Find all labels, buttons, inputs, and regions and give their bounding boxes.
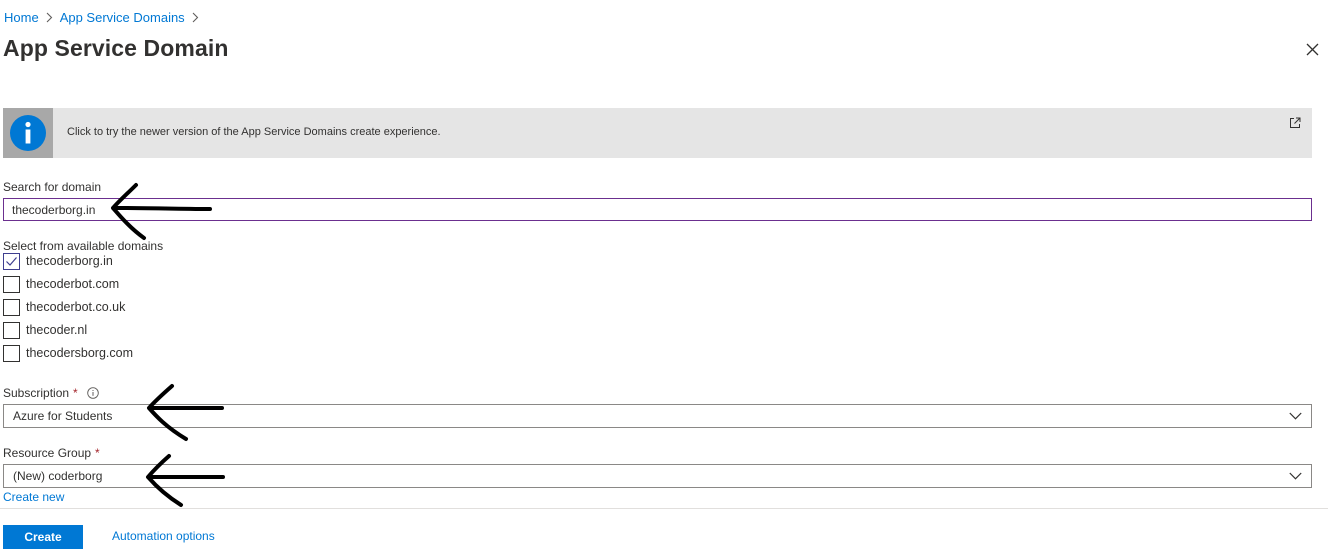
subscription-label-text: Subscription <box>3 386 70 400</box>
footer-divider <box>0 508 1328 509</box>
domains-label: Select from available domains <box>3 239 164 253</box>
search-input[interactable] <box>3 198 1312 221</box>
chevron-down-icon <box>1289 472 1302 480</box>
resource-group-label-text: Resource Group <box>3 446 92 460</box>
close-button[interactable] <box>1304 41 1321 58</box>
domain-checkbox[interactable] <box>3 298 20 316</box>
banner-text: Click to try the newer version of the Ap… <box>67 126 441 138</box>
info-icon <box>10 115 46 151</box>
domain-label: thecoder.nl <box>26 323 88 337</box>
info-circle-icon[interactable] <box>87 387 99 399</box>
domain-label: thecoderborg.in <box>26 254 113 268</box>
create-button[interactable]: Create <box>3 525 83 549</box>
required-indicator: * <box>73 386 78 400</box>
breadcrumb-home-link[interactable]: Home <box>4 10 39 25</box>
close-icon <box>1306 43 1319 56</box>
checkmark-icon <box>6 256 17 266</box>
resource-group-label: Resource Group * <box>3 446 100 460</box>
subscription-value: Azure for Students <box>13 409 113 423</box>
subscription-label: Subscription * <box>3 386 99 400</box>
breadcrumb: Home App Service Domains <box>4 9 206 25</box>
resource-group-value: (New) coderborg <box>13 469 103 483</box>
info-icon-container <box>3 108 53 158</box>
chevron-down-icon <box>1289 412 1302 420</box>
domain-item[interactable]: thecoderborg.in <box>3 252 113 270</box>
domain-checkbox[interactable] <box>3 252 20 270</box>
domain-label: thecodersborg.com <box>26 346 134 360</box>
domain-label: thecoderbot.com <box>26 277 120 291</box>
automation-options-link[interactable]: Automation options <box>112 529 215 543</box>
required-indicator: * <box>95 446 100 460</box>
domain-item[interactable]: thecoder.nl <box>3 321 87 339</box>
external-link-icon[interactable] <box>1289 117 1301 129</box>
page-title: App Service Domain <box>3 35 229 61</box>
subscription-dropdown[interactable]: Azure for Students <box>3 404 1312 428</box>
search-label: Search for domain <box>3 180 102 194</box>
create-new-link[interactable]: Create new <box>3 490 64 504</box>
domain-label: thecoderbot.co.uk <box>26 300 126 314</box>
info-banner[interactable]: Click to try the newer version of the Ap… <box>3 108 1312 158</box>
domain-item[interactable]: thecoderbot.com <box>3 275 119 293</box>
domain-checkbox[interactable] <box>3 321 20 339</box>
chevron-right-icon <box>46 12 53 23</box>
breadcrumb-app-service-domains-link[interactable]: App Service Domains <box>60 10 185 25</box>
domain-checkbox[interactable] <box>3 344 20 362</box>
domain-item[interactable]: thecoderbot.co.uk <box>3 298 125 316</box>
domain-checkbox[interactable] <box>3 275 20 293</box>
resource-group-dropdown[interactable]: (New) coderborg <box>3 464 1312 488</box>
domain-item[interactable]: thecodersborg.com <box>3 344 133 362</box>
chevron-right-icon <box>192 12 199 23</box>
